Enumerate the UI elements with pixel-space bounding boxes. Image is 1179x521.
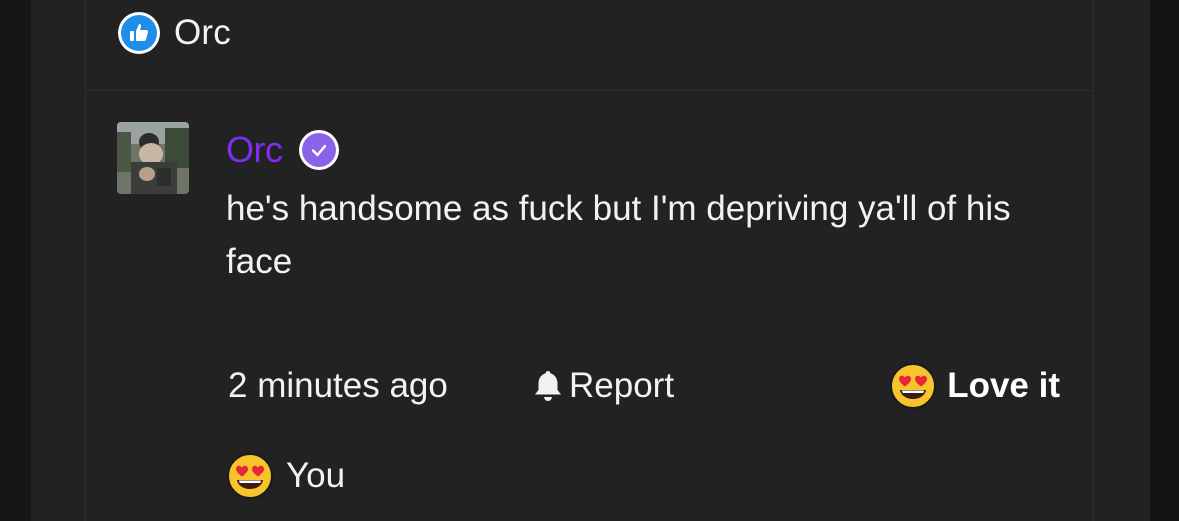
divider xyxy=(86,90,1093,91)
bottom-reaction[interactable]: You xyxy=(226,452,345,500)
thread-border-left xyxy=(85,0,86,521)
love-it-button[interactable]: Love it xyxy=(889,362,1060,410)
top-reaction-user-name: Orc xyxy=(174,13,231,52)
bell-icon xyxy=(535,371,561,401)
top-reaction[interactable]: Orc xyxy=(118,10,231,56)
thread-border-right xyxy=(1093,0,1094,521)
left-gutter xyxy=(0,0,31,521)
bottom-reaction-label: You xyxy=(286,456,346,495)
love-it-label: Love it xyxy=(947,366,1060,405)
comment-timestamp: 2 minutes ago xyxy=(228,366,448,405)
right-gutter xyxy=(1150,0,1179,521)
verified-check-icon xyxy=(298,130,339,170)
comment-author-row: Orc xyxy=(226,126,339,174)
heart-eyes-emoji-icon xyxy=(227,453,273,499)
avatar[interactable] xyxy=(117,122,189,194)
report-label: Report xyxy=(569,366,675,405)
comment-actions: 2 minutes ago Report Love it xyxy=(228,362,1060,410)
comment-text: he's handsome as fuck but I'm depriving … xyxy=(226,189,1011,281)
thumbs-up-icon xyxy=(118,12,160,54)
report-button[interactable]: Report xyxy=(531,362,674,410)
comment-author-name[interactable]: Orc xyxy=(226,129,283,171)
heart-eyes-emoji-icon xyxy=(890,363,937,409)
